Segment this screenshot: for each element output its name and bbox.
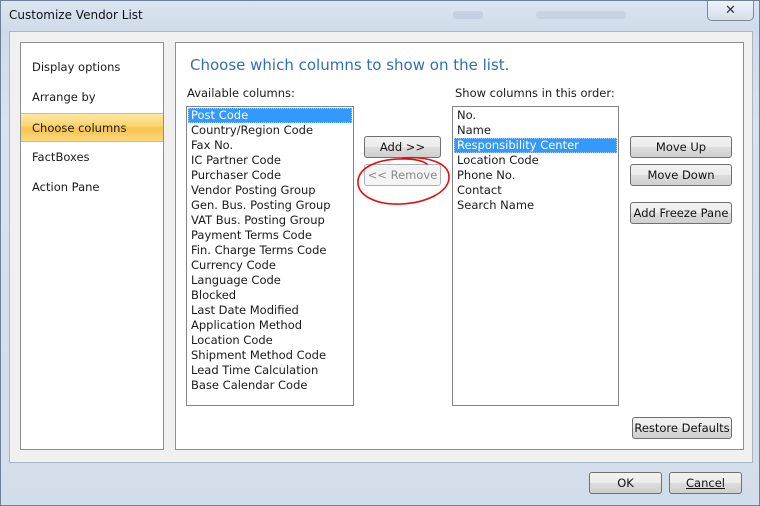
move-down-button[interactable]: Move Down [630, 164, 732, 186]
list-item[interactable]: Language Code [188, 273, 352, 288]
page-title: Choose which columns to show on the list… [190, 56, 510, 74]
add-freeze-pane-button[interactable]: Add Freeze Pane [630, 202, 732, 224]
add-button[interactable]: Add >> [364, 136, 441, 158]
available-columns-label: Available columns: [187, 86, 295, 100]
title-bar: Customize Vendor List ✕ [1, 1, 759, 31]
customize-vendor-list-dialog: Customize Vendor List ✕ Display options … [0, 0, 760, 506]
list-item[interactable]: Gen. Bus. Posting Group [188, 198, 352, 213]
background-ghost [453, 11, 483, 19]
nav-item-arrange-by[interactable]: Arrange by [21, 83, 163, 112]
remove-button[interactable]: << Remove [364, 164, 441, 186]
list-item[interactable]: Payment Terms Code [188, 228, 352, 243]
list-item[interactable]: Lead Time Calculation [188, 363, 352, 378]
cancel-button[interactable]: Cancel [669, 472, 742, 494]
nav-item-display-options[interactable]: Display options [21, 53, 163, 82]
list-item[interactable]: Post Code [188, 108, 352, 123]
show-columns-label: Show columns in this order: [455, 86, 615, 100]
close-icon: ✕ [725, 3, 736, 18]
list-item[interactable]: Vendor Posting Group [188, 183, 352, 198]
list-item[interactable]: Fin. Charge Terms Code [188, 243, 352, 258]
list-item[interactable]: Purchaser Code [188, 168, 352, 183]
restore-defaults-button[interactable]: Restore Defaults [632, 417, 732, 439]
choose-columns-panel: Choose which columns to show on the list… [175, 42, 744, 450]
nav-item-label: Display options [32, 60, 121, 74]
list-item[interactable]: Country/Region Code [188, 123, 352, 138]
nav-item-choose-columns[interactable]: Choose columns [21, 113, 163, 142]
list-item[interactable]: No. [454, 108, 617, 123]
list-item[interactable]: Responsibility Center [454, 138, 617, 153]
show-columns-list[interactable]: No. Name Responsibility Center Location Cod… [452, 106, 619, 406]
list-item[interactable]: Phone No. [454, 168, 617, 183]
list-item[interactable]: Last Date Modified [188, 303, 352, 318]
nav-item-label: Arrange by [32, 90, 96, 104]
window-title: Customize Vendor List [9, 8, 143, 22]
list-item[interactable]: VAT Bus. Posting Group [188, 213, 352, 228]
list-item[interactable]: Currency Code [188, 258, 352, 273]
nav-item-label: Choose columns [32, 121, 127, 135]
list-item[interactable]: Application Method [188, 318, 352, 333]
nav-item-label: Action Pane [32, 180, 100, 194]
nav-item-label: FactBoxes [32, 150, 90, 164]
nav-item-action-pane[interactable]: Action Pane [21, 173, 163, 202]
close-button[interactable]: ✕ [707, 1, 754, 21]
list-item[interactable]: Name [454, 123, 617, 138]
list-item[interactable]: Search Name [454, 198, 617, 213]
list-item[interactable]: Location Code [454, 153, 617, 168]
background-ghost [536, 11, 626, 19]
list-item[interactable]: Base Calendar Code [188, 378, 352, 393]
list-item[interactable]: Contact [454, 183, 617, 198]
options-nav: Display options Arrange by Choose column… [20, 42, 164, 450]
list-item[interactable]: Location Code [188, 333, 352, 348]
ok-button[interactable]: OK [589, 472, 662, 494]
cancel-button-label: Cancel [686, 476, 725, 490]
nav-item-factboxes[interactable]: FactBoxes [21, 143, 163, 172]
list-item[interactable]: Shipment Method Code [188, 348, 352, 363]
list-item[interactable]: Fax No. [188, 138, 352, 153]
move-up-button[interactable]: Move Up [630, 136, 732, 158]
available-columns-list[interactable]: Post Code Country/Region Code Fax No. IC Pa… [186, 106, 354, 406]
dialog-footer: OK Cancel [9, 463, 753, 503]
dialog-body: Display options Arrange by Choose column… [9, 31, 753, 463]
list-item[interactable]: IC Partner Code [188, 153, 352, 168]
list-item[interactable]: Blocked [188, 288, 352, 303]
